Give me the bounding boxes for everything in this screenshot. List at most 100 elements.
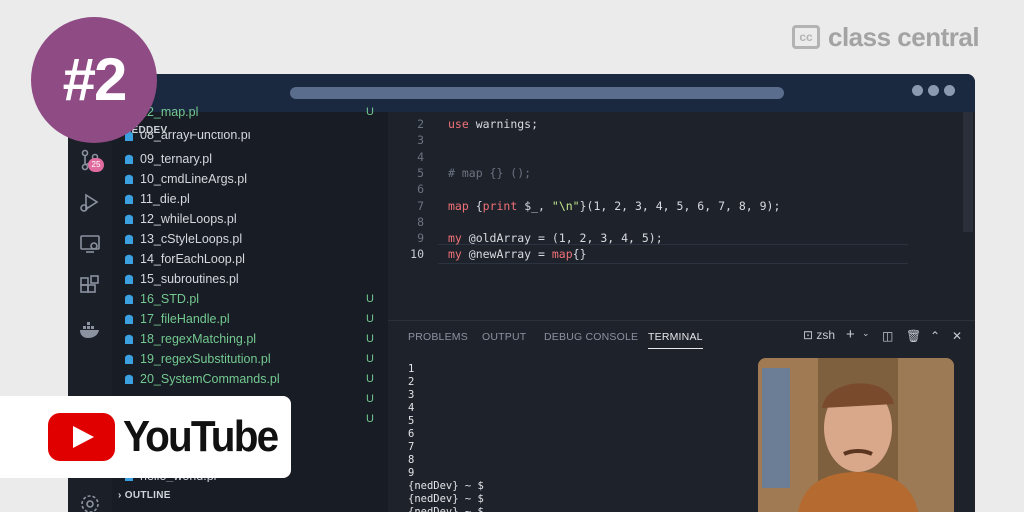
file-item[interactable]: 16_STD.pl	[124, 289, 199, 309]
docker-icon[interactable]	[78, 318, 102, 342]
class-central-logo: cc class central	[792, 21, 980, 52]
webcam-video	[758, 358, 954, 512]
scm-count-badge: 25	[88, 158, 104, 172]
address-bar	[290, 87, 784, 99]
editor-scrollbar[interactable]	[963, 112, 973, 232]
line-number: 2	[417, 117, 424, 131]
file-item[interactable]: 11_die.pl	[124, 189, 190, 209]
file-status: U	[366, 393, 374, 405]
youtube-play-icon	[48, 413, 116, 461]
file-item[interactable]: 10_cmdLineArgs.pl	[124, 169, 247, 189]
file-item[interactable]: 18_regexMatching.pl	[124, 329, 256, 349]
file-item[interactable]: 13_cStyleLoops.pl	[124, 229, 242, 249]
file-item[interactable]: 14_forEachLoop.pl	[124, 249, 245, 269]
tab-terminal[interactable]: TERMINAL	[648, 331, 703, 349]
file-status: U	[366, 353, 374, 365]
window-titlebar	[68, 74, 975, 112]
settings-gear-icon[interactable]	[78, 492, 102, 512]
file-name: 09_ternary.pl	[140, 152, 213, 166]
perl-file-icon	[124, 153, 134, 165]
file-name: 18_regexMatching.pl	[140, 332, 257, 346]
perl-file-icon	[124, 253, 134, 265]
tab-problems[interactable]: PROBLEMS	[408, 331, 468, 343]
youtube-wordmark: YouTube	[123, 412, 279, 461]
perl-file-icon	[124, 373, 134, 385]
file-name: 10_cmdLineArgs.pl	[140, 172, 248, 186]
perl-file-icon	[124, 353, 134, 365]
trash-icon[interactable]: 🗑	[906, 329, 921, 343]
line-number: 7	[417, 199, 424, 213]
file-name: 17_fileHandle.pl	[140, 312, 230, 326]
youtube-logo: YouTube	[0, 396, 291, 478]
file-name: 19_regexSubstitution.pl	[140, 352, 271, 366]
code-editor[interactable]: 2 use warnings; 3 4 5 # map {} (); 6 7 map …	[388, 112, 975, 320]
terminal-output[interactable]: 1 2 3 4 5 6 7 8 9 {nedDev} ~ $ {nedDev} …	[408, 363, 484, 512]
chevron-right-icon: ›	[118, 490, 122, 501]
outline-section[interactable]: › OUTLINE	[118, 490, 171, 501]
file-name: 16_STD.pl	[140, 292, 200, 306]
perl-file-icon	[124, 213, 134, 225]
file-status: U	[366, 373, 374, 385]
file-name: 11_die.pl	[140, 192, 190, 206]
file-name: 20_SystemCommands.pl	[140, 372, 280, 386]
window-dot-icon	[944, 85, 955, 96]
line-number: 6	[417, 182, 424, 196]
perl-file-icon	[124, 273, 134, 285]
line-number: 9	[417, 231, 424, 245]
episode-number-badge: #2	[31, 17, 157, 143]
tab-output[interactable]: OUTPUT	[482, 331, 526, 343]
extensions-icon[interactable]	[78, 274, 102, 298]
file-status: U	[366, 293, 374, 305]
file-status: U	[366, 106, 374, 118]
file-item[interactable]: 20_SystemCommands.pl	[124, 369, 280, 389]
outline-label: OUTLINE	[124, 490, 171, 501]
close-icon[interactable]: ✕	[952, 329, 962, 343]
file-item[interactable]: 15_subroutines.pl	[124, 269, 239, 289]
run-debug-icon[interactable]	[78, 190, 102, 214]
file-item[interactable]: 08_arrayFunction.pl	[124, 132, 250, 142]
file-item[interactable]: 09_ternary.pl	[124, 149, 212, 169]
tab-debug-console[interactable]: DEBUG CONSOLE	[544, 331, 638, 343]
perl-file-icon	[124, 333, 134, 345]
perl-file-icon	[124, 233, 134, 245]
file-name: 15_subroutines.pl	[140, 272, 239, 286]
chevron-up-icon[interactable]: ⌃	[930, 329, 940, 343]
new-terminal-plus-icon[interactable]: +	[846, 326, 855, 343]
window-controls	[912, 85, 955, 96]
line-text: my @newArray = map{}	[448, 247, 587, 261]
file-name: 14_forEachLoop.pl	[140, 252, 245, 266]
file-status: U	[366, 333, 374, 345]
file-name: 13_cStyleLoops.pl	[140, 232, 243, 246]
line-text: map {print $_, "\n"}(1, 2, 3, 4, 5, 6, 7…	[448, 199, 781, 213]
line-text: use warnings;	[448, 117, 539, 131]
remote-explorer-icon[interactable]	[78, 232, 102, 256]
perl-file-icon	[124, 313, 134, 325]
shell-name: zsh	[816, 328, 836, 342]
file-status: U	[366, 413, 374, 425]
perl-file-icon	[124, 193, 134, 205]
window-dot-icon	[912, 85, 923, 96]
file-name: 12_whileLoops.pl	[140, 212, 237, 226]
file-name: 08_arrayFunction.pl	[140, 132, 251, 142]
window-dot-icon	[928, 85, 939, 96]
line-text: my @oldArray = (1, 2, 3, 4, 5);	[448, 231, 663, 245]
split-terminal-icon[interactable]: ◫	[882, 329, 893, 343]
line-number: 5	[417, 166, 424, 180]
line-number: 8	[417, 215, 424, 229]
class-central-logo-mark: cc	[792, 25, 820, 49]
file-item[interactable]: 12_whileLoops.pl	[124, 209, 237, 229]
terminal-icon: ⊡	[803, 328, 814, 342]
chevron-down-icon[interactable]: ⌄	[862, 328, 870, 339]
file-item[interactable]: 17_fileHandle.pl	[124, 309, 230, 329]
perl-file-icon	[124, 173, 134, 185]
file-status: U	[366, 313, 374, 325]
keyword: use	[448, 117, 469, 131]
terminal-shell-selector[interactable]: ⊡ zsh	[803, 328, 835, 342]
perl-file-icon	[124, 293, 134, 305]
line-number: 10	[410, 247, 424, 261]
line-number: 3	[417, 133, 424, 147]
line-number: 4	[417, 150, 424, 164]
file-item[interactable]: 19_regexSubstitution.pl	[124, 349, 271, 369]
line-text: # map {} ();	[448, 166, 532, 180]
class-central-logo-text: class central	[828, 21, 980, 52]
